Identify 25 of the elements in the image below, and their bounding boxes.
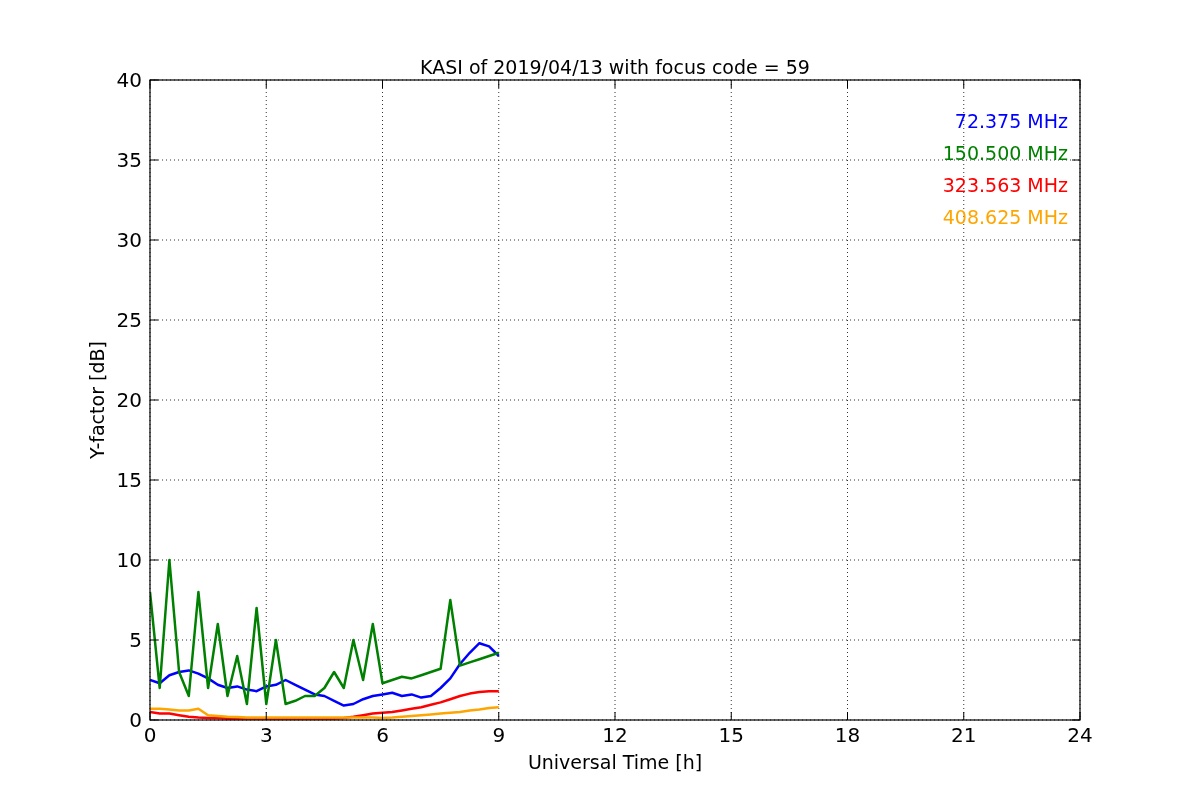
y-tick-label: 10 bbox=[116, 548, 142, 572]
y-tick-label: 5 bbox=[129, 628, 142, 652]
x-tick-label: 15 bbox=[718, 723, 744, 747]
x-tick-label: 21 bbox=[951, 723, 977, 747]
legend-label: 150.500 MHz bbox=[942, 142, 1068, 164]
legend-label: 323.563 MHz bbox=[942, 174, 1068, 196]
legend-label: 408.625 MHz bbox=[942, 206, 1068, 228]
x-tick-label: 9 bbox=[492, 723, 506, 747]
y-tick-label: 35 bbox=[116, 148, 142, 172]
x-tick-label: 3 bbox=[259, 723, 273, 747]
y-tick-label: 40 bbox=[116, 68, 142, 92]
chart-title: KASI of 2019/04/13 with focus code = 59 bbox=[420, 56, 810, 78]
x-tick-label: 24 bbox=[1067, 723, 1093, 747]
y-tick-label: 15 bbox=[116, 468, 142, 492]
x-tick-label: 0 bbox=[143, 723, 157, 747]
y-tick-label: 30 bbox=[116, 228, 142, 252]
x-tick-label: 6 bbox=[376, 723, 389, 747]
y-tick-label: 20 bbox=[116, 388, 142, 412]
legend-label: 72.375 MHz bbox=[954, 110, 1068, 132]
y-tick-label: 0 bbox=[129, 708, 142, 732]
x-tick-label: 18 bbox=[834, 723, 861, 747]
y-axis-label: Y-factor [dB] bbox=[86, 341, 108, 459]
x-tick-label: 12 bbox=[602, 723, 628, 747]
x-axis-label: Universal Time [h] bbox=[527, 751, 703, 773]
y-tick-label: 25 bbox=[116, 308, 142, 332]
